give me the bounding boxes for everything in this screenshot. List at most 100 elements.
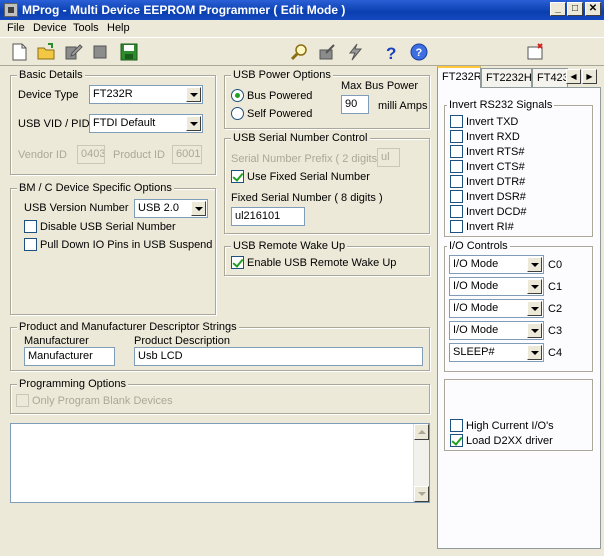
io-c4-label: C4 [548,347,563,359]
svg-text:?: ? [386,44,396,63]
menu-file[interactable]: File [7,22,25,34]
svg-text:?: ? [416,47,423,59]
usb-version-select[interactable]: USB 2.0 [134,199,208,218]
chevron-down-icon[interactable] [186,116,201,131]
log-textarea[interactable] [10,423,430,503]
chevron-down-icon[interactable] [527,279,542,294]
io-c4-value: SLEEP# [453,346,495,358]
product-description-field[interactable]: Usb LCD [134,347,423,366]
serial-prefix-field[interactable]: ul [377,148,400,167]
invert-rts-label: Invert RTS# [466,146,525,158]
programming-options-legend: Programming Options [17,378,128,390]
chevron-down-icon[interactable] [186,87,201,102]
tab-ft423[interactable]: FT423 [532,68,568,87]
max-bus-field[interactable]: 90 [341,95,369,114]
self-powered-label: Self Powered [247,108,313,120]
scroll-down-icon[interactable] [414,486,429,502]
invert-rxd-label: Invert RXD [466,131,520,143]
remote-wake-checkbox[interactable] [231,256,244,269]
minimize-button[interactable]: _ [550,2,566,16]
max-bus-label: Max Bus Power [341,80,419,92]
vendor-id-field[interactable]: 0403 [77,145,105,164]
io-c4-select[interactable]: SLEEP# [449,343,544,362]
use-fixed-serial-label: Use Fixed Serial Number [247,171,370,183]
invert-rts-checkbox[interactable] [450,145,463,158]
invert-dcd-checkbox[interactable] [450,205,463,218]
edit-icon[interactable] [62,41,84,63]
invert-ri-label: Invert RI# [466,221,514,233]
vendor-id-label: Vendor ID [18,149,67,161]
menu-bar: File Device Tools Help [0,20,604,37]
manufacturer-label: Manufacturer [24,335,89,347]
maximize-button[interactable]: □ [567,2,583,16]
tab-scroll-left-icon[interactable]: ◀ [566,69,581,84]
io-c3-select[interactable]: I/O Mode [449,321,544,340]
stop-icon[interactable] [89,41,111,63]
scroll-up-icon[interactable] [414,424,429,440]
serial-prefix-label: Serial Number Prefix ( 2 digits ) [231,153,384,165]
menu-device[interactable]: Device [33,22,67,34]
io-c1-value: I/O Mode [453,280,499,292]
vidpid-select[interactable]: FTDI Default [89,114,203,133]
chevron-down-icon[interactable] [191,201,206,216]
bus-powered-label: Bus Powered [247,90,313,102]
bus-powered-radio[interactable] [231,89,244,102]
invert-rxd-checkbox[interactable] [450,130,463,143]
title-bar[interactable]: MProg - Multi Device EEPROM Programmer (… [0,0,604,20]
about-icon[interactable]: ? [408,41,430,63]
log-scrollbar[interactable] [413,424,429,502]
device-type-select[interactable]: FT232R [89,85,203,104]
invert-cts-checkbox[interactable] [450,160,463,173]
close-button[interactable]: ✕ [585,2,601,16]
high-current-checkbox[interactable] [450,419,463,432]
disable-serial-checkbox[interactable] [24,220,37,233]
self-powered-radio[interactable] [231,107,244,120]
invert-txd-label: Invert TXD [466,116,519,128]
pulldown-checkbox[interactable] [24,238,37,251]
chevron-down-icon[interactable] [527,345,542,360]
tab-ft2232h[interactable]: FT2232H [481,68,532,87]
fixed-serial-field[interactable]: ul216101 [231,207,305,226]
invert-signals-legend: Invert RS232 Signals [447,99,555,111]
manufacturer-field[interactable]: Manufacturer [24,347,115,366]
vidpid-value: FTDI Default [93,117,156,129]
io-c1-select[interactable]: I/O Mode [449,277,544,296]
invert-cts-label: Invert CTS# [466,161,525,173]
open-folder-icon[interactable] [35,41,57,63]
help-icon[interactable]: ? [380,41,402,63]
save-icon[interactable] [118,41,140,63]
new-file-icon[interactable] [8,41,30,63]
invert-ri-checkbox[interactable] [450,220,463,233]
io-controls-legend: I/O Controls [447,240,510,252]
menu-tools[interactable]: Tools [73,22,99,34]
disable-serial-label: Disable USB Serial Number [40,221,176,233]
milli-amps-label: milli Amps [378,100,428,112]
io-c2-label: C2 [548,303,563,315]
invert-dtr-checkbox[interactable] [450,175,463,188]
blank-only-checkbox[interactable] [16,394,29,407]
invert-dsr-checkbox[interactable] [450,190,463,203]
chevron-down-icon[interactable] [527,257,542,272]
tab-ft232r[interactable]: FT232R [437,66,481,88]
menu-help[interactable]: Help [107,22,130,34]
chevron-down-icon[interactable] [527,323,542,338]
invert-txd-checkbox[interactable] [450,115,463,128]
io-c0-select[interactable]: I/O Mode [449,255,544,274]
device-type-label: Device Type [18,89,79,101]
tab-scroll-right-icon[interactable]: ▶ [582,69,597,84]
blank-only-label: Only Program Blank Devices [32,395,173,407]
device-icon[interactable] [524,41,546,63]
device-type-value: FT232R [93,88,133,100]
serial-control-legend: USB Serial Number Control [231,132,370,144]
chevron-down-icon[interactable] [527,301,542,316]
remote-wake-label: Enable USB Remote Wake Up [247,257,397,269]
product-id-field[interactable]: 6001 [172,145,202,164]
io-c2-select[interactable]: I/O Mode [449,299,544,318]
erase-icon[interactable] [344,41,366,63]
search-icon[interactable] [289,41,311,63]
bm-options-legend: BM / C Device Specific Options [17,182,174,194]
load-d2xx-checkbox[interactable] [450,434,463,447]
use-fixed-serial-checkbox[interactable] [231,170,244,183]
program-icon[interactable] [316,41,338,63]
load-d2xx-label: Load D2XX driver [466,435,553,447]
